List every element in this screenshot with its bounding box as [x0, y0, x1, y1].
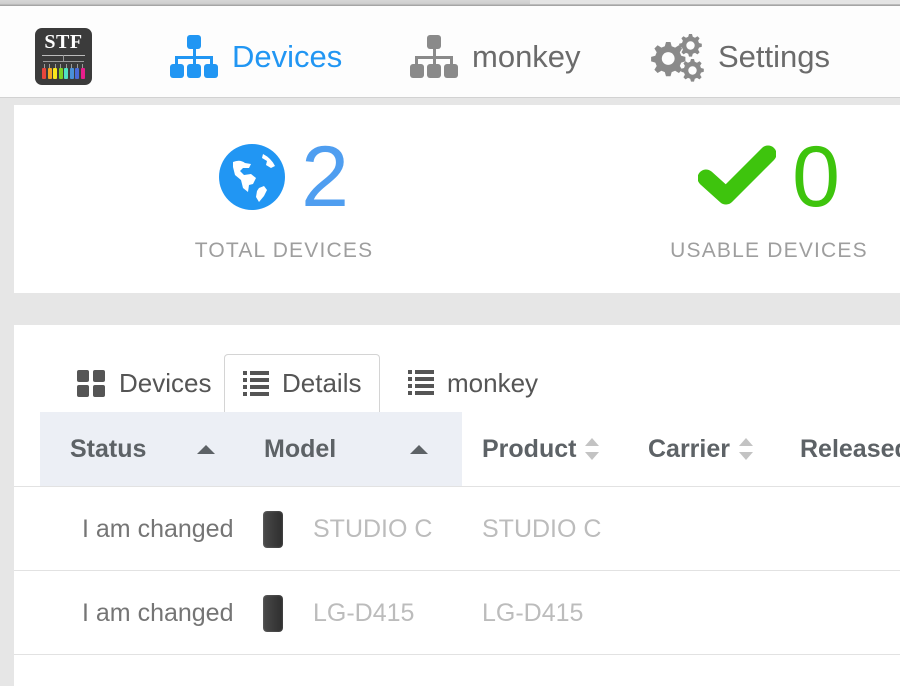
list-icon: [408, 370, 434, 396]
tab-devices[interactable]: Devices: [59, 354, 229, 412]
cell-model: LG-D415: [313, 598, 415, 627]
tab-strip: Devices Details monkey: [14, 354, 900, 412]
column-label-model: Model: [264, 434, 337, 463]
column-header-model[interactable]: Model: [248, 412, 462, 486]
phone-icon: [263, 510, 283, 548]
stats-panel: 2 TOTAL DEVICES 0 USABLE DEVICES: [14, 105, 900, 293]
tab-label-details: Details: [282, 368, 362, 398]
stat-value-total-devices: 2: [301, 129, 349, 225]
table-row[interactable]: I am changed STUDIO C STUDIO C: [14, 486, 900, 570]
nav-item-monkey[interactable]: monkey: [410, 30, 581, 84]
cell-model: STUDIO C: [313, 514, 433, 543]
globe-icon: [219, 144, 286, 210]
gear-icon: [648, 32, 704, 82]
column-label-carrier: Carrier: [648, 434, 730, 463]
device-table: Status Model Product Carrier Released I …: [14, 412, 900, 664]
sort-asc-icon: [197, 444, 216, 454]
tab-details[interactable]: Details: [224, 354, 381, 412]
table-row-partial: [14, 654, 900, 664]
stat-label-total-devices: TOTAL DEVICES: [194, 239, 374, 262]
nav-item-settings[interactable]: Settings: [648, 30, 830, 84]
sort-asc-icon: [410, 444, 429, 454]
check-icon: [697, 144, 777, 210]
cell-device-icon: [263, 487, 283, 571]
column-header-released[interactable]: Released: [800, 412, 900, 486]
cell-device-icon: [263, 571, 283, 655]
tab-monkey[interactable]: monkey: [390, 354, 556, 412]
tab-label-devices: Devices: [119, 367, 212, 398]
stf-logo-device: [53, 64, 58, 79]
sitemap-icon: [410, 35, 458, 79]
table-row[interactable]: I am changed LG-D415 LG-D415: [14, 570, 900, 654]
cell-product: LG-D415: [482, 598, 584, 627]
window-chrome-highlight: [530, 0, 900, 4]
column-header-status[interactable]: Status: [40, 412, 248, 486]
stf-logo-icon[interactable]: STF: [35, 28, 92, 85]
grid-icon: [77, 369, 106, 398]
column-header-carrier[interactable]: Carrier: [648, 412, 754, 486]
stf-logo-device-row: [42, 61, 85, 79]
stf-logo-device: [58, 64, 63, 79]
stf-logo-device: [69, 64, 74, 79]
phone-icon: [263, 594, 283, 632]
nav-label-monkey: monkey: [472, 39, 581, 74]
cell-product: STUDIO C: [482, 514, 602, 543]
stf-logo-device: [47, 64, 52, 79]
nav-label-settings: Settings: [718, 39, 831, 74]
stat-usable-devices: 0 USABLE DEVICES: [559, 127, 900, 277]
cell-status: I am changed: [82, 598, 234, 627]
stf-logo-device: [42, 64, 46, 79]
top-navigation-bar: STF Devices monkey Settings: [0, 6, 900, 98]
stf-logo-device: [80, 64, 85, 79]
nav-label-devices: Devices: [232, 39, 343, 74]
list-icon: [243, 370, 269, 397]
stat-value-usable-devices: 0: [792, 129, 840, 225]
cell-status: I am changed: [82, 514, 234, 543]
table-header-row: Status Model Product Carrier Released: [14, 412, 900, 486]
column-label-released: Released: [800, 434, 900, 463]
sitemap-icon: [170, 35, 218, 79]
nav-item-devices[interactable]: Devices: [170, 30, 342, 84]
stf-logo-device: [75, 64, 80, 79]
device-table-card: Devices Details monkey Status Model Prod…: [14, 325, 900, 686]
stf-logo-text: STF: [44, 31, 83, 53]
sort-both-icon: [739, 436, 754, 462]
stf-logo-device: [64, 64, 69, 79]
stat-label-usable-devices: USABLE DEVICES: [670, 239, 868, 262]
stat-total-devices: 2 TOTAL DEVICES: [74, 127, 494, 277]
tab-label-monkey: monkey: [447, 367, 539, 398]
column-header-product[interactable]: Product: [482, 412, 600, 486]
column-label-product: Product: [482, 434, 577, 463]
column-label-status: Status: [70, 434, 147, 463]
sort-both-icon: [585, 436, 600, 462]
